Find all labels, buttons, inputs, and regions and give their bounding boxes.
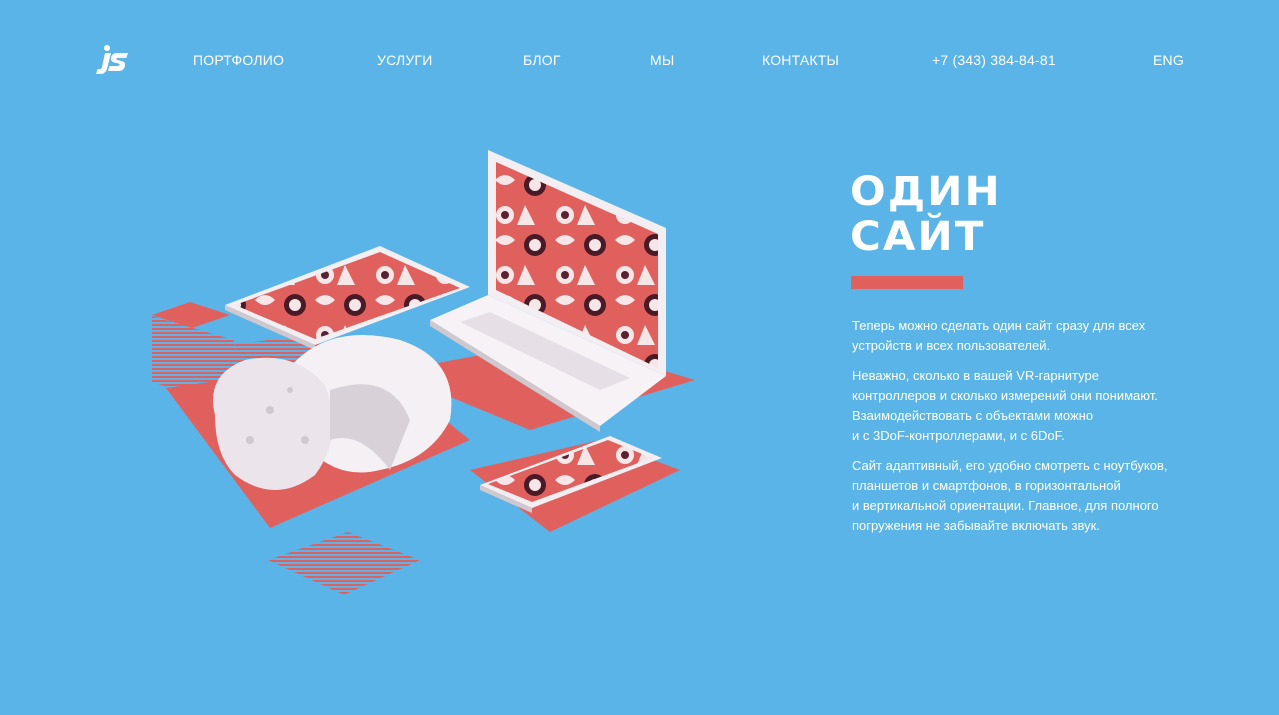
- tablet-device: [225, 246, 470, 350]
- hero-title-line-2: САЙТ: [850, 214, 986, 260]
- js-logo-icon[interactable]: [95, 44, 131, 76]
- nav-phone[interactable]: +7 (343) 384-84-81: [932, 52, 1056, 68]
- nav-blog[interactable]: БЛОГ: [523, 52, 561, 68]
- hero-title-line-1: ОДИН: [850, 169, 1002, 215]
- nav-about[interactable]: МЫ: [650, 52, 674, 68]
- nav-portfolio[interactable]: ПОРТФОЛИО: [193, 52, 284, 68]
- nav-services[interactable]: УСЛУГИ: [377, 52, 432, 68]
- hero-description: Теперь можно сделать один сайт сразу для…: [852, 316, 1197, 546]
- hero-devices-illustration: [152, 150, 695, 595]
- nav-language-switch[interactable]: ENG: [1153, 52, 1184, 68]
- description-paragraph-1: Теперь можно сделать один сайт сразу для…: [852, 318, 1146, 353]
- hero-title: ОДИН САЙТ: [850, 170, 1002, 260]
- accent-bar: [851, 276, 963, 289]
- nav-contacts[interactable]: КОНТАКТЫ: [762, 52, 839, 68]
- description-paragraph-2: Неважно, сколько в вашей VR-гарнитуре ко…: [852, 368, 1158, 443]
- description-paragraph-3: Сайт адаптивный, его удобно смотреть с н…: [852, 458, 1168, 533]
